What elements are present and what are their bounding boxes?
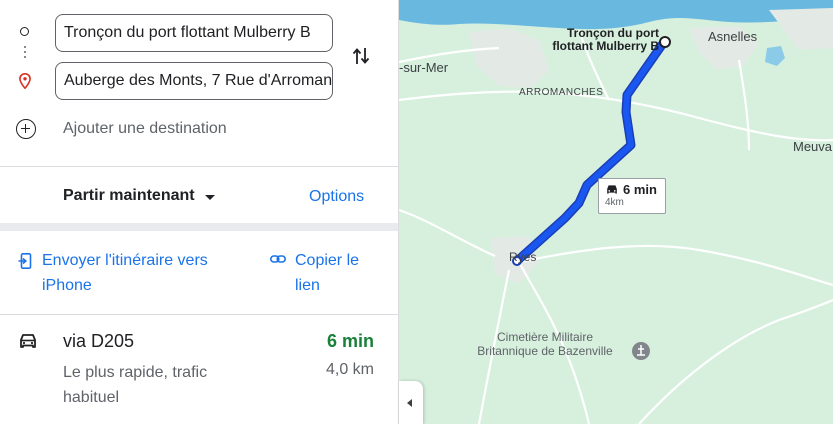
swap-icon[interactable] — [352, 45, 370, 67]
map-town-sur-mer[interactable]: -sur-Mer — [399, 60, 448, 75]
map-town-meuvaines[interactable]: Meuva — [793, 139, 832, 154]
destination-pin-icon — [19, 73, 31, 89]
dropdown-arrow-icon — [204, 194, 215, 200]
copy-link-button[interactable]: Copier le lien — [270, 248, 385, 298]
origin-circle-icon — [20, 27, 29, 36]
send-to-phone-button[interactable]: Envoyer l'itinéraire vers iPhone — [18, 248, 252, 298]
route-duration: 6 min — [326, 331, 374, 351]
car-icon — [20, 334, 36, 348]
send-to-phone-icon — [18, 253, 32, 269]
depart-time-dropdown[interactable]: Partir maintenant — [63, 187, 215, 205]
directions-panel: Tronçon du port flottant Mulberry B Aube… — [0, 0, 398, 424]
route-description: Le plus rapide, trafic habituel — [63, 364, 208, 406]
divider — [0, 166, 398, 167]
link-icon — [270, 255, 286, 263]
map-town-asnelles[interactable]: Asnelles — [708, 29, 757, 44]
map-poi-cemetery[interactable]: Cimetière Militaire Britannique de Bazen… — [465, 330, 625, 358]
options-button[interactable]: Options — [309, 188, 364, 206]
bubble-car-icon — [607, 185, 617, 194]
section-divider — [0, 223, 398, 231]
depart-label: Partir maintenant — [63, 187, 195, 204]
route-distance: 4,0 km — [325, 361, 374, 378]
bubble-time: 6 min — [623, 182, 657, 197]
route-dots-icon — [24, 46, 26, 61]
add-destination-icon[interactable] — [16, 119, 36, 139]
destination-input[interactable]: Auberge des Monts, 7 Rue d'Arromanches — [55, 62, 333, 100]
add-destination-label[interactable]: Ajouter une destination — [63, 120, 227, 138]
divider — [0, 314, 398, 315]
route-via[interactable]: via D205 — [63, 331, 134, 352]
map-town-ryes[interactable]: Ryes — [509, 250, 536, 264]
map-town-arromanches[interactable]: ARROMANCHES — [519, 87, 603, 98]
origin-input[interactable]: Tronçon du port flottant Mulberry B — [55, 14, 333, 52]
copy-link-label: Copier le lien — [295, 252, 360, 294]
send-to-phone-label: Envoyer l'itinéraire vers iPhone — [42, 252, 208, 294]
collapse-panel-button[interactable] — [399, 381, 423, 424]
map-start-label[interactable]: Tronçon du port flottant Mulberry B — [539, 27, 659, 53]
route-time-bubble[interactable]: 6 min 4km — [598, 178, 666, 214]
bubble-distance: 4km — [605, 197, 624, 208]
